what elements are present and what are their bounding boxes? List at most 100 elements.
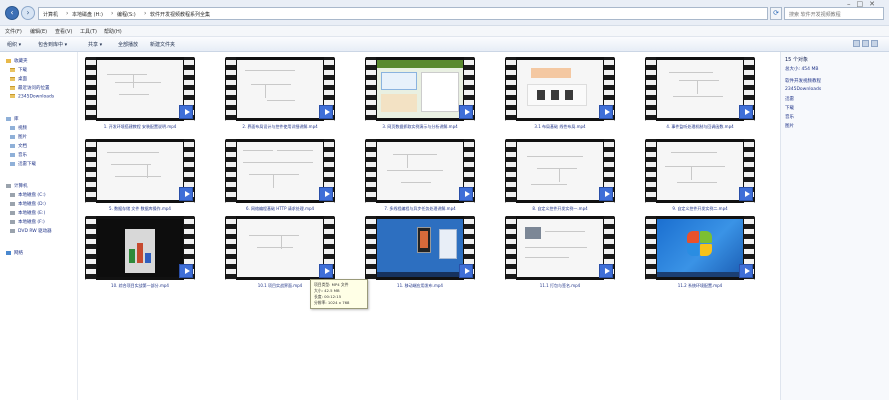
nav-libraries[interactable]: 库 [6, 116, 19, 122]
library-icon [6, 116, 11, 121]
address-box[interactable]: 计算机 › 本地磁盘 (H:) › 编程(S:) › 软件开发视频教程系列全集 [38, 7, 768, 20]
video-thumbnail [85, 216, 195, 280]
view-options [851, 40, 881, 49]
view-mode-icon[interactable] [853, 40, 860, 47]
back-button[interactable]: ‹ [5, 6, 19, 20]
maximize-button[interactable]: □ [857, 0, 870, 8]
search-input[interactable]: 搜索 软件开发视频教程 [784, 7, 884, 20]
nav-favorite-item[interactable]: 2345Downloads [10, 94, 54, 100]
nav-network[interactable]: 网络 [6, 250, 23, 256]
breadcrumb-folder[interactable]: 编程(S:) [117, 11, 136, 18]
video-file-tile[interactable]: 6. 网络编程基础 HTTP 请求处理.mp4 [225, 139, 335, 216]
close-button[interactable]: ✕ [869, 0, 881, 8]
video-thumbnail [225, 216, 335, 280]
nav-library-item[interactable]: 图片 [10, 134, 27, 140]
include-library-button[interactable]: 包含到库中 ▾ [38, 41, 67, 48]
file-name: 6. 网络编程基础 HTTP 请求处理.mp4 [245, 206, 315, 211]
file-name: 11.2 系统环境配置.mp4 [677, 283, 723, 288]
organize-button[interactable]: 组织 ▾ [7, 41, 21, 48]
nav-drive-item[interactable]: 本地磁盘 (F:) [10, 219, 45, 225]
details-item[interactable]: 迅雷 [785, 96, 794, 102]
document-library-icon [10, 143, 15, 148]
star-icon [6, 58, 11, 63]
play-icon [739, 264, 753, 278]
menu-view[interactable]: 查看(V) [55, 28, 72, 35]
video-file-tile[interactable]: 2. 界面布局设计与控件使用详细讲解.mp4 [225, 57, 335, 134]
nav-drive-item[interactable]: 本地磁盘 (C:) [10, 192, 46, 198]
breadcrumb-drive[interactable]: 本地磁盘 (H:) [72, 11, 103, 18]
play-icon [599, 105, 613, 119]
video-thumbnail [505, 139, 615, 203]
details-item[interactable]: 音乐 [785, 114, 794, 120]
video-thumbnail [645, 57, 755, 121]
video-file-tile[interactable]: 8. 自定义控件开发实例一.mp4 [505, 139, 615, 216]
file-info-tooltip: 项目类型: MP4 文件 大小: 42.5 MB 长度: 00:12:15 分辨… [310, 279, 368, 309]
new-folder-button[interactable]: 新建文件夹 [150, 41, 175, 48]
breadcrumb-current[interactable]: 软件开发视频教程系列全集 [150, 11, 210, 18]
video-file-tile[interactable]: 9. 自定义控件开发实例二.mp4 [645, 139, 755, 216]
video-library-icon [10, 125, 15, 130]
play-icon [459, 187, 473, 201]
menu-edit[interactable]: 编辑(E) [30, 28, 47, 35]
nav-favorite-item[interactable]: 桌面 [10, 76, 27, 82]
nav-library-item[interactable]: 音乐 [10, 152, 27, 158]
menu-tools[interactable]: 工具(T) [80, 28, 97, 35]
help-icon[interactable] [871, 40, 878, 47]
menu-file[interactable]: 文件(F) [5, 28, 22, 35]
file-name: 4. 事件监听处理机制与回调函数.mp4 [666, 124, 734, 129]
nav-computer[interactable]: 计算机 [6, 183, 28, 189]
refresh-icon[interactable]: ⟳ [770, 7, 782, 20]
details-item[interactable]: 图片 [785, 123, 794, 129]
nav-drive-item[interactable]: 本地磁盘 (D:) [10, 201, 46, 207]
nav-favorite-item[interactable]: 最近访问的位置 [10, 85, 50, 91]
drive-icon [10, 201, 15, 206]
details-item[interactable]: 下载 [785, 105, 794, 111]
breadcrumb-root[interactable]: 计算机 [43, 11, 58, 18]
drive-icon [10, 210, 15, 215]
video-file-tile[interactable]: 5. 数据存储 文件 数据库操作.mp4 [85, 139, 195, 216]
forward-button[interactable]: › [21, 6, 35, 20]
details-item[interactable]: 2345Downloads [785, 87, 821, 92]
share-button[interactable]: 共享 ▾ [88, 41, 102, 48]
video-file-tile[interactable]: 3. 网页数据抓取实例演示与分析讲解.mp4 [365, 57, 475, 134]
file-name: 3.1 布局基础 线性布局.mp4 [534, 124, 586, 129]
play-icon [179, 264, 193, 278]
file-name: 11. 移动端应用发布.mp4 [397, 283, 443, 288]
nav-library-item[interactable]: 迅雷下载 [10, 161, 36, 167]
menu-help[interactable]: 帮助(H) [104, 28, 122, 35]
preview-pane-icon[interactable] [862, 40, 869, 47]
file-name: 2. 界面布局设计与控件使用详细讲解.mp4 [242, 124, 318, 129]
play-icon [319, 105, 333, 119]
video-thumbnail [225, 139, 335, 203]
recent-places-icon [10, 85, 15, 90]
file-name: 1. 开发环境搭建教程 安装配置说明.mp4 [103, 124, 177, 129]
nav-library-item[interactable]: 视频 [10, 125, 27, 131]
play-all-button[interactable]: 全部播放 [118, 41, 138, 48]
video-thumbnail [225, 57, 335, 121]
nav-library-item[interactable]: 文档 [10, 143, 27, 149]
video-thumbnail [505, 216, 615, 280]
nav-favorites[interactable]: 收藏夹 [6, 58, 28, 64]
tooltip-resolution: 分辨率: 1024 x 768 [314, 300, 350, 305]
window-controls: –□✕ [847, 0, 881, 8]
folder-icon [10, 67, 15, 72]
video-file-tile[interactable]: 11.2 系统环境配置.mp4 [645, 216, 755, 293]
minimize-button[interactable]: – [847, 0, 857, 8]
play-icon [319, 264, 333, 278]
video-file-tile[interactable]: 7. 多线程编程与异步任务处理讲解.mp4 [365, 139, 475, 216]
video-file-tile[interactable]: 10. 综合项目实战第一部分.mp4 [85, 216, 195, 293]
file-name: 7. 多线程编程与异步任务处理讲解.mp4 [384, 206, 456, 211]
video-file-tile[interactable]: 4. 事件监听处理机制与回调函数.mp4 [645, 57, 755, 134]
video-thumbnail [365, 216, 475, 280]
nav-drive-item[interactable]: 本地磁盘 (E:) [10, 210, 45, 216]
chevron-right-icon: › [111, 10, 114, 17]
nav-favorite-item[interactable]: 下载 [10, 67, 27, 73]
video-file-tile[interactable]: 11. 移动端应用发布.mp4 [365, 216, 475, 293]
video-file-tile[interactable]: 1. 开发环境搭建教程 安装配置说明.mp4 [85, 57, 195, 134]
video-file-tile[interactable]: 3.1 布局基础 线性布局.mp4 [505, 57, 615, 134]
video-thumbnail [365, 139, 475, 203]
video-file-tile[interactable]: 11.1 打包与签名.mp4 [505, 216, 615, 293]
navigation-pane: 收藏夹 下载 桌面 最近访问的位置 2345Downloads 库 视频 图片 … [0, 52, 78, 400]
details-item[interactable]: 软件开发视频教程 [785, 78, 821, 84]
nav-drive-item[interactable]: DVD RW 驱动器 [10, 228, 52, 234]
